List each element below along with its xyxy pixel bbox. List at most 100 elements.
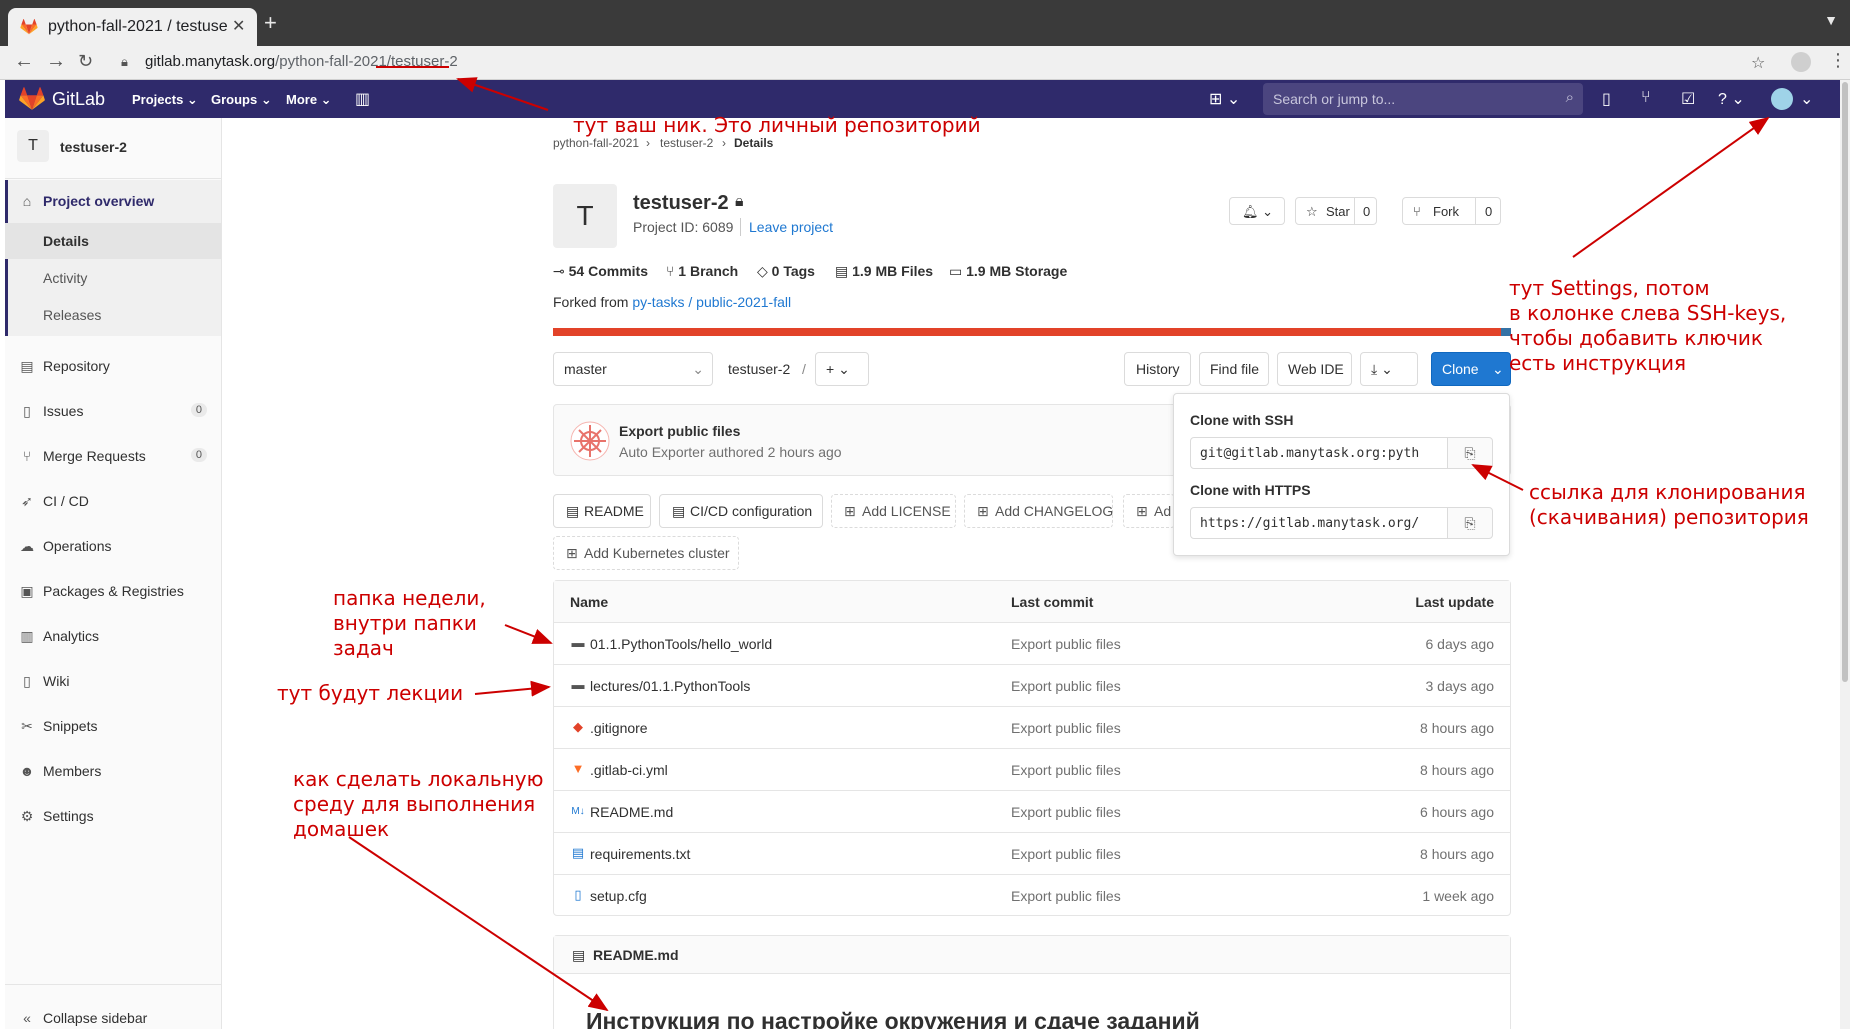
leave-project-link[interactable]: Leave project (749, 219, 833, 235)
branches-stat[interactable]: ⑂ 1 Branch (666, 263, 738, 279)
fork-button[interactable]: ⑂ Fork 0 (1402, 197, 1501, 225)
language-bar[interactable] (553, 328, 1511, 336)
new-plus-icon[interactable]: ⊞ ⌄ (1209, 89, 1240, 109)
clone-button[interactable]: Clone ⌄ (1431, 352, 1511, 386)
add-license-button[interactable]: ⊞ Add LICENSE (831, 494, 956, 528)
file-commit[interactable]: Export public files (1011, 804, 1121, 820)
add-to-tree-button[interactable]: + ⌄ (815, 352, 869, 386)
file-name[interactable]: .gitignore (590, 720, 648, 736)
sidebar-item-issues[interactable]: ▯ Issues 0 (5, 392, 221, 430)
sidebar-sub-details[interactable]: Details (5, 223, 221, 259)
sidebar-item-members[interactable]: ☻ Members (5, 752, 221, 790)
merge-request-icon[interactable]: ⑂ (1641, 89, 1651, 107)
file-name[interactable]: 01.1.PythonTools/hello_world (590, 636, 772, 652)
nav-groups[interactable]: Groups ⌄ (211, 92, 272, 108)
profile-icon[interactable] (1791, 52, 1811, 72)
sidebar-item-packages[interactable]: ▣ Packages & Registries (5, 572, 221, 610)
table-row[interactable]: ▬ lectures/01.1.PythonTools Export publi… (554, 665, 1510, 707)
breadcrumb-project[interactable]: testuser-2 (660, 136, 713, 150)
storage-stat[interactable]: ▭ 1.9 MB Storage (949, 263, 1067, 280)
history-button[interactable]: History (1124, 352, 1191, 386)
sidebar-item-repository[interactable]: ▤ Repository (5, 347, 221, 385)
find-file-button[interactable]: Find file (1199, 352, 1269, 386)
add-kubernetes-button[interactable]: ⊞ Add Kubernetes cluster (553, 536, 739, 570)
table-row[interactable]: M↓ README.md Export public files 6 hours… (554, 791, 1510, 833)
sidebar-sub-releases[interactable]: Releases (5, 297, 221, 333)
table-row[interactable]: ▤ requirements.txt Export public files 8… (554, 833, 1510, 875)
copy-https-button[interactable]: ⎘ (1447, 507, 1493, 539)
add-contributing-button[interactable]: ⊞ Ad (1123, 494, 1175, 528)
collapse-sidebar-button[interactable]: « Collapse sidebar (5, 999, 221, 1029)
path-breadcrumb[interactable]: testuser-2 (728, 361, 790, 377)
star-button[interactable]: ☆ Star 0 (1295, 197, 1377, 225)
project-avatar[interactable]: T (17, 130, 49, 162)
file-commit[interactable]: Export public files (1011, 762, 1121, 778)
file-commit[interactable]: Export public files (1011, 888, 1121, 904)
tab-title: python-fall-2021 / testuser-2 · GitLab (48, 18, 228, 35)
sidebar-item-ci-cd[interactable]: ➶ CI / CD (5, 482, 221, 520)
todo-icon[interactable]: ☑ (1681, 89, 1695, 109)
url-field[interactable]: gitlab.manytask.org/python-fall-2021/tes… (145, 53, 458, 70)
readme-filename[interactable]: README.md (593, 947, 679, 963)
forked-link[interactable]: py-tasks / public-2021-fall (632, 294, 791, 310)
table-row[interactable]: ◆ .gitignore Export public files 8 hours… (554, 707, 1510, 749)
sidebar-item-settings[interactable]: ⚙ Settings (5, 797, 221, 835)
sidebar-item-project-overview[interactable]: ⌂ Project overview (5, 182, 221, 220)
table-row[interactable]: ▬ 01.1.PythonTools/hello_world Export pu… (554, 623, 1510, 665)
user-avatar[interactable] (1771, 88, 1793, 110)
scrollbar-thumb[interactable] (1842, 82, 1848, 682)
web-ide-button[interactable]: Web IDE (1277, 352, 1352, 386)
browser-tab[interactable]: python-fall-2021 / testuser-2 · GitLab ✕ (8, 8, 257, 46)
tab-search-icon[interactable]: ▼ (1824, 12, 1838, 28)
tags-stat[interactable]: ◇ 0 Tags (757, 263, 815, 280)
download-button[interactable]: ⤓ ⌄ (1360, 352, 1418, 386)
file-commit[interactable]: Export public files (1011, 636, 1121, 652)
table-row[interactable]: ▼ .gitlab-ci.yml Export public files 8 h… (554, 749, 1510, 791)
notification-button[interactable]: 🔔︎ ⌄ (1229, 197, 1285, 225)
sidebar-item-snippets[interactable]: ✂ Snippets (5, 707, 221, 745)
reload-icon[interactable]: ↻ (78, 51, 93, 72)
issues-icon[interactable]: ▯ (1602, 89, 1611, 109)
sidebar-item-analytics[interactable]: ▥ Analytics (5, 617, 221, 655)
table-row[interactable]: ▯ setup.cfg Export public files 1 week a… (554, 875, 1510, 917)
commits-stat[interactable]: ⊸ 54 Commits (553, 263, 648, 280)
file-name[interactable]: README.md (590, 804, 673, 820)
file-name[interactable]: requirements.txt (590, 846, 690, 862)
file-commit[interactable]: Export public files (1011, 720, 1121, 736)
new-tab-button[interactable]: + (264, 10, 277, 36)
clone-https-field[interactable]: https://gitlab.manytask.org/ (1190, 507, 1448, 539)
sidebar-item-operations[interactable]: ☁ Operations (5, 527, 221, 565)
author-avatar[interactable] (570, 421, 610, 461)
chevron-down-icon[interactable]: ⌄ (1800, 89, 1813, 109)
file-name[interactable]: lectures/01.1.PythonTools (590, 678, 750, 694)
file-commit[interactable]: Export public files (1011, 846, 1121, 862)
search-input[interactable]: Search or jump to... ⌕ (1263, 83, 1583, 115)
gitlab-brand[interactable]: GitLab (52, 89, 105, 110)
nav-projects[interactable]: Projects ⌄ (132, 92, 198, 108)
file-commit[interactable]: Export public files (1011, 678, 1121, 694)
file-name[interactable]: setup.cfg (590, 888, 647, 904)
nav-more[interactable]: More ⌄ (286, 92, 332, 108)
analytics-icon[interactable]: ▥ (355, 89, 370, 109)
add-changelog-button[interactable]: ⊞ Add CHANGELOG (964, 494, 1113, 528)
sidebar-item-merge-requests[interactable]: ⑂ Merge Requests 0 (5, 437, 221, 475)
branch-select[interactable]: master ⌄ (553, 352, 713, 386)
readme-button[interactable]: ▤ README (553, 494, 651, 528)
files-stat[interactable]: ▤ 1.9 MB Files (835, 263, 933, 280)
close-tab-icon[interactable]: ✕ (232, 16, 245, 36)
forward-icon[interactable]: → (46, 50, 66, 73)
breadcrumb-group[interactable]: python-fall-2021 (553, 136, 639, 150)
back-icon[interactable]: ← (14, 50, 34, 73)
sidebar-item-wiki[interactable]: ▯ Wiki (5, 662, 221, 700)
gitlab-logo-icon[interactable] (19, 87, 45, 111)
sidebar-sub-activity[interactable]: Activity (5, 260, 221, 296)
copy-ssh-button[interactable]: ⎘ (1447, 437, 1493, 469)
help-icon[interactable]: ? ⌄ (1718, 89, 1745, 109)
cicd-config-button[interactable]: ▤ CI/CD configuration (659, 494, 823, 528)
project-name[interactable]: testuser-2 (60, 139, 127, 155)
bookmark-star-icon[interactable]: ☆ (1751, 53, 1765, 73)
file-name[interactable]: .gitlab-ci.yml (590, 762, 668, 778)
clone-ssh-field[interactable]: git@gitlab.manytask.org:pyth (1190, 437, 1448, 469)
browser-menu-icon[interactable]: ⋮ (1829, 50, 1847, 71)
commit-title[interactable]: Export public files (619, 423, 740, 439)
